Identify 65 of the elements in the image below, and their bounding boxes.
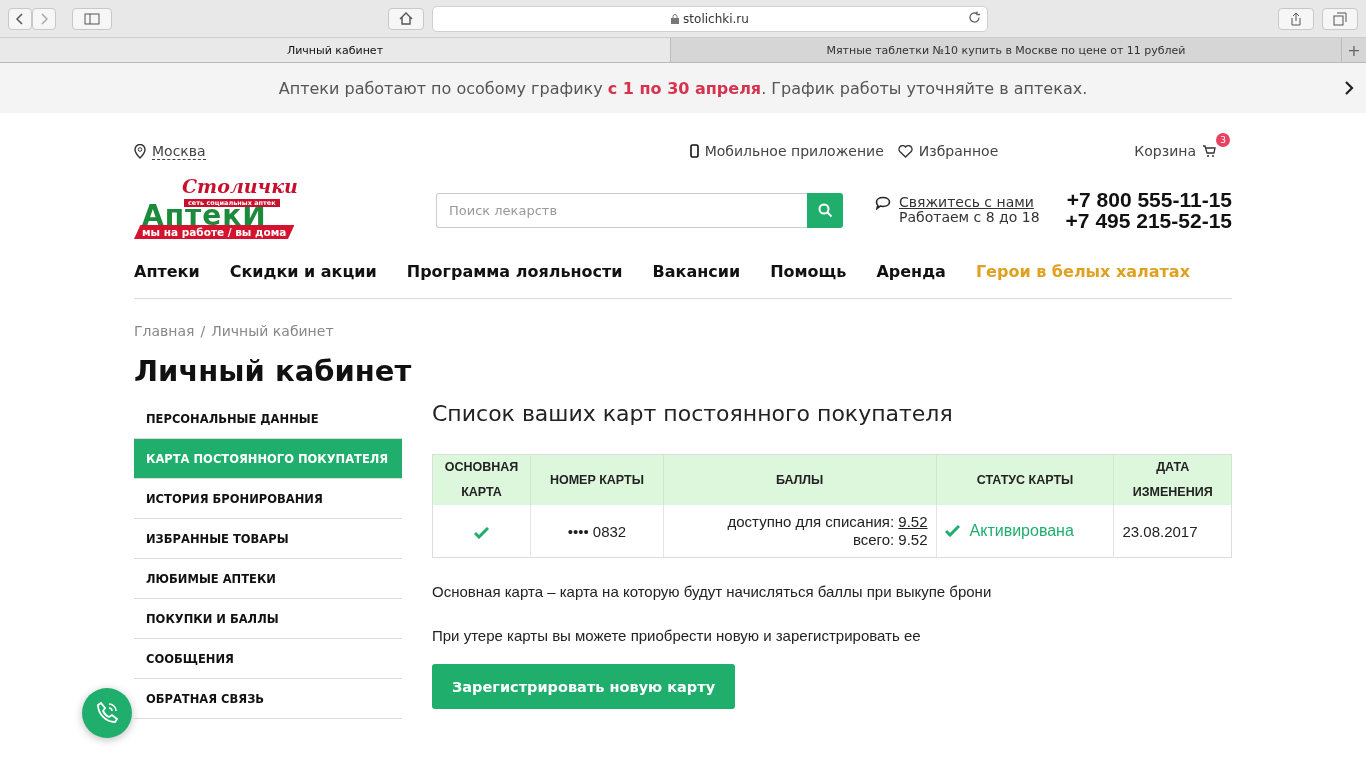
share-button[interactable] [1278,7,1314,30]
phone-number[interactable]: +7 800 555-11-15 [1065,189,1232,210]
call-button[interactable] [82,688,132,738]
new-tab-button[interactable]: + [1342,38,1366,62]
nav-link[interactable]: Скидки и акции [229,262,377,281]
tabs-icon [1333,11,1347,26]
home-button[interactable] [388,7,424,30]
column-header: НОМЕР КАРТЫ [530,454,664,505]
sidebar-button[interactable] [72,7,112,30]
forward-button[interactable] [32,7,56,30]
section-heading: Список ваших карт постоянного покупателя [432,400,954,428]
heart-icon [897,144,913,158]
card-number: •••• 0832 [567,522,627,540]
back-button[interactable] [8,7,32,30]
tabs-button[interactable] [1322,7,1358,30]
address-bar[interactable]: stolichki.ru [432,5,988,32]
city-link[interactable]: Москва [152,142,206,160]
total-points: всего: 9.52 [852,531,928,548]
page-title: Личный кабинет [134,353,413,390]
search-field[interactable]: Поиск лекарств [436,192,807,228]
breadcrumb-separator: / [200,323,206,339]
notice-text: Аптеки работают по особому графику с 1 по 30 апреля. График работы уточняйте в аптеках. [278,78,1088,98]
sidebar-item[interactable]: ИСТОРИЯ БРОНИРОВАНИЯ [134,479,402,519]
house-icon [399,12,413,25]
sidebar-item[interactable]: ОБРАТНАЯ СВЯЗЬ [134,679,402,719]
location-pin-icon [134,143,146,159]
chevron-right-icon [40,12,48,25]
column-header: БАЛЛЫ [663,454,937,505]
nav-link[interactable]: Помощь [770,262,847,281]
breadcrumb-link[interactable]: Главная [134,323,195,339]
column-header: ОСНОВНАЯ КАРТА [432,454,531,505]
nav-link[interactable]: Вакансии [652,262,741,281]
search-icon [817,202,833,218]
nav-link[interactable]: Программа лояльности [406,262,623,281]
chevron-right-icon[interactable] [1344,80,1354,96]
browser-tab[interactable]: Личный кабинет [0,38,671,62]
cart-link[interactable]: Корзина [1134,143,1196,159]
phone-icon [689,144,699,158]
info-text: Основная карта – карта на которую будут начисляться баллы при выкупе брони [432,582,993,602]
sidebar-item[interactable]: СООБЩЕНИЯ [134,639,402,679]
card-status: Активирована [969,522,1074,540]
sidebar-item[interactable]: ИЗБРАННЫЕ ТОВАРЫ [134,519,402,559]
chat-bubble-icon [875,196,891,210]
contact-link[interactable]: Свяжитесь с нами [899,194,1034,210]
change-date: 23.08.2017 [1122,522,1198,540]
nav-link[interactable]: Аптеки [134,262,200,281]
sidebar-item[interactable]: ЛЮБИМЫЕ АПТЕКИ [134,559,402,599]
sidebar-icon [84,12,100,25]
browser-tab[interactable]: Мятные таблетки №10 купить в Москве по цене от 11 рублей [671,38,1342,62]
working-hours: Работаем с 8 до 18 [899,209,1040,225]
column-header: ДАТА ИЗМЕНЕНИЯ [1113,454,1232,505]
info-text: При утере карты вы можете приобрести новую и зарегистрировать ее [432,626,922,646]
nav-link[interactable]: Аренда [876,262,946,281]
cart-icon[interactable] [1202,144,1216,158]
search-button[interactable] [807,192,843,228]
share-icon [1290,11,1302,26]
available-points: доступно для списания: 9.52 [727,513,928,530]
phone-number[interactable]: +7 495 215-52-15 [1065,210,1232,231]
favorites-link[interactable]: Избранное [918,143,999,159]
mobile-app-link[interactable]: Мобильное приложение [704,143,884,159]
sidebar-item[interactable]: ПОКУПКИ И БАЛЛЫ [134,599,402,639]
chevron-left-icon [16,12,24,25]
column-header: СТАТУС КАРТЫ [936,454,1114,505]
cart-count-badge: 3 [1216,133,1230,147]
breadcrumb-link[interactable]: Личный кабинет [211,323,334,339]
